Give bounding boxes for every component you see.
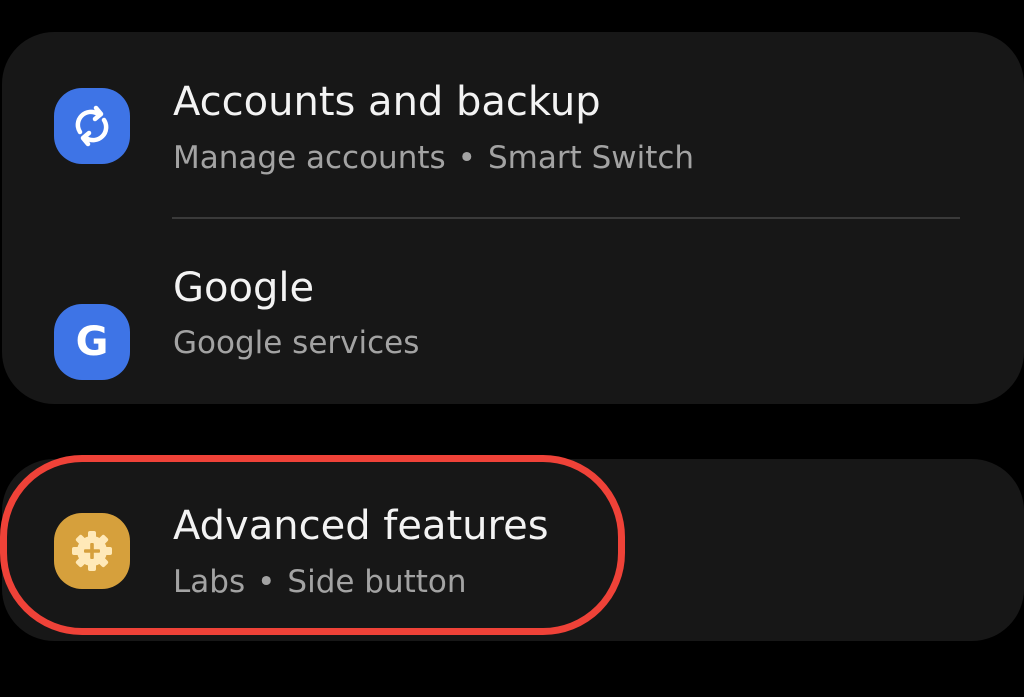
google-g-icon: G (54, 304, 130, 380)
subtitle-part-side-button: Side button (287, 564, 467, 600)
settings-item-subtitle: Google services (173, 324, 419, 362)
settings-item-accounts-and-backup[interactable]: Accounts and backup Manage accounts • Smar… (2, 32, 1024, 218)
settings-item-google[interactable]: G Google Google services (2, 218, 1024, 404)
settings-item-title: Advanced features (173, 503, 549, 549)
gear-plus-icon (54, 513, 130, 589)
subtitle-part-google-services: Google services (173, 325, 420, 361)
separator-dot: • (257, 564, 276, 600)
subtitle-part-manage-accounts: Manage accounts (173, 140, 446, 176)
subtitle-part-smart-switch: Smart Switch (487, 140, 695, 176)
settings-item-subtitle: Manage accounts • Smart Switch (173, 139, 694, 177)
settings-card-accounts-google: Accounts and backup Manage accounts • Smar… (2, 32, 1024, 404)
google-g-glyph: G (75, 319, 109, 365)
separator-dot: • (457, 140, 476, 176)
settings-item-title: Google (173, 265, 315, 311)
subtitle-part-labs: Labs (173, 564, 246, 600)
settings-card-advanced: Advanced features Labs • Side button (2, 459, 1024, 641)
settings-item-title: Accounts and backup (173, 79, 601, 125)
settings-item-subtitle: Labs • Side button (173, 563, 467, 601)
settings-item-advanced-features[interactable]: Advanced features Labs • Side button (2, 459, 1024, 641)
sync-icon (54, 88, 130, 164)
